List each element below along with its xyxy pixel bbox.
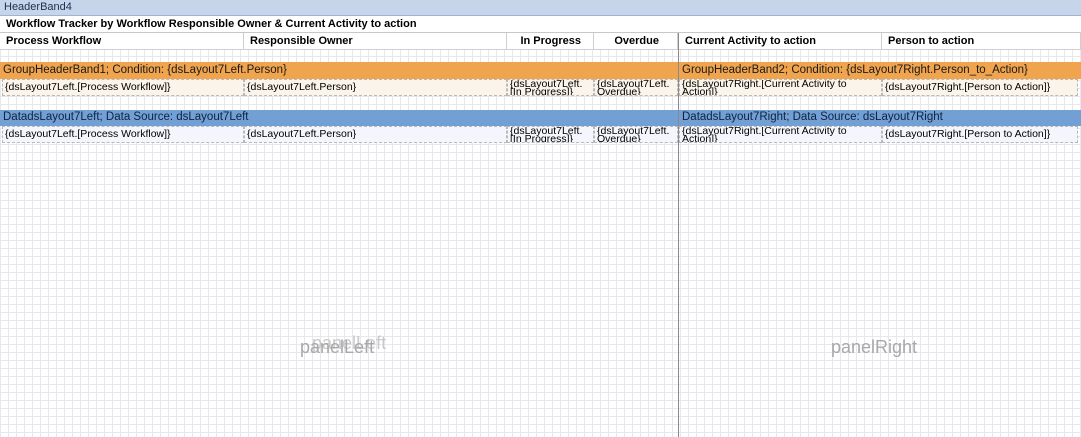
data-field-in-progress[interactable]: {dsLayout7Left. [In Progress]} [507, 126, 594, 143]
data-field-person-to-action[interactable]: {dsLayout7Right.[Person to Action]} [882, 126, 1078, 143]
group-field-process-workflow[interactable]: {dsLayout7Left.[Process Workflow]} [2, 79, 244, 96]
panel-divider [678, 33, 679, 437]
column-header-process-workflow[interactable]: Process Workflow [0, 33, 244, 50]
data-field-current-activity[interactable]: {dsLayout7Right.[Current Activity to Act… [679, 126, 882, 143]
group-field-person[interactable]: {dsLayout7Left.Person} [244, 79, 507, 96]
data-field-overdue[interactable]: {dsLayout7Left. Overdue} [594, 126, 678, 143]
group-field-overdue[interactable]: {dsLayout7Left. Overdue} [594, 79, 678, 96]
panel-left-label: panelLeft [300, 337, 375, 357]
group-header-band-right[interactable]: GroupHeaderBand2; Condition: {dsLayout7R… [679, 62, 1081, 79]
group-field-in-progress[interactable]: {dsLayout7Left. [In Progress]} [507, 79, 594, 96]
column-header-person-to-action[interactable]: Person to action [882, 33, 1081, 50]
header-band[interactable]: HeaderBand4 [0, 0, 1081, 16]
column-header-overdue[interactable]: Overdue [594, 33, 678, 50]
group-field-current-activity[interactable]: {dsLayout7Right.[Current Activity to Act… [679, 79, 882, 96]
data-band-right[interactable]: DatadsLayout7Right; Data Source: dsLayou… [679, 110, 1081, 126]
data-field-person[interactable]: {dsLayout7Left.Person} [244, 126, 507, 143]
data-field-process-workflow[interactable]: {dsLayout7Left.[Process Workflow]} [2, 126, 244, 143]
column-header-responsible-owner[interactable]: Responsible Owner [244, 33, 507, 50]
panel-right-label: panelRight [831, 337, 918, 357]
column-header-in-progress[interactable]: In Progress [507, 33, 594, 50]
column-header-current-activity[interactable]: Current Activity to action [679, 33, 882, 50]
report-title[interactable]: Workflow Tracker by Workflow Responsible… [0, 16, 1081, 33]
group-header-band-left[interactable]: GroupHeaderBand1; Condition: {dsLayout7L… [0, 62, 678, 79]
data-band-left[interactable]: DatadsLayout7Left; Data Source: dsLayout… [0, 110, 678, 126]
group-field-person-to-action[interactable]: {dsLayout7Right.[Person to Action]} [882, 79, 1078, 96]
